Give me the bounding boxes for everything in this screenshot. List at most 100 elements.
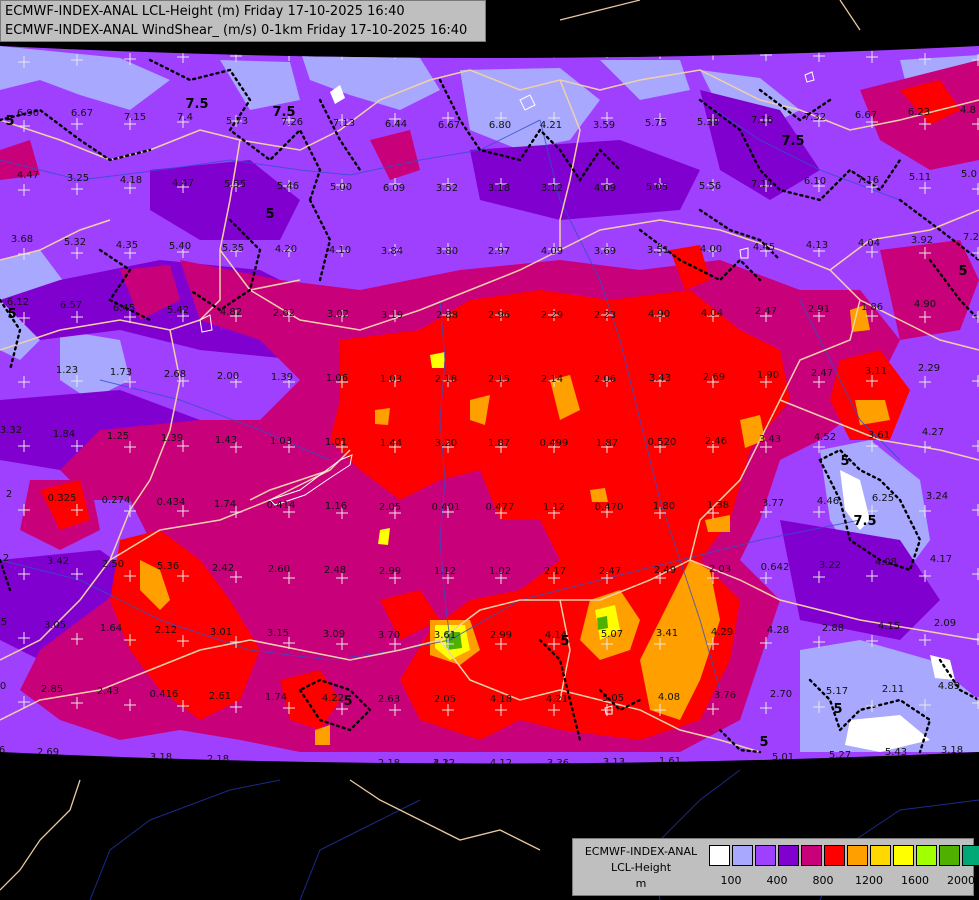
wind-shear-value: 3.18 <box>488 183 510 194</box>
wind-shear-value: 4.09 <box>541 246 563 257</box>
wind-shear-value: 3.51 <box>647 245 669 256</box>
wind-shear-value: 7.32 <box>804 112 826 123</box>
wind-shear-value: 2.99 <box>490 630 512 641</box>
contour-label: 5 <box>833 702 842 717</box>
wind-shear-value: 2.11 <box>882 684 904 695</box>
wind-shear-value: 4.22 <box>322 693 344 704</box>
wind-shear-value: 0.274 <box>102 495 131 506</box>
wind-shear-value: 2.15 <box>488 374 510 385</box>
wind-shear-value: 4.21 <box>540 120 562 131</box>
wind-shear-value: 2.46 <box>705 436 727 447</box>
legend-unit: m <box>635 877 647 890</box>
legend-swatch <box>755 845 776 866</box>
wind-shear-value: 4.21 <box>546 694 568 705</box>
wind-shear-value: 1.74 <box>214 499 236 510</box>
wind-shear-value: 3.61 <box>868 430 890 441</box>
wind-shear-value: 6.09 <box>383 183 405 194</box>
wind-shear-value: 4.08 <box>658 692 680 703</box>
wind-shear-value: 4.08 <box>875 557 897 568</box>
wind-shear-value: 0.434 <box>157 497 186 508</box>
wind-shear-value: 2.61 <box>209 691 231 702</box>
wind-shear-value: 4.47 <box>17 170 39 181</box>
wind-shear-value: 3.19 <box>381 310 403 321</box>
legend-swatch <box>962 845 979 866</box>
wind-shear-value: 1.74 <box>265 692 287 703</box>
wind-shear-value: 4.35 <box>116 240 138 251</box>
wind-shear-value: 1.38 <box>707 500 729 511</box>
wind-shear-value: 1.03 <box>270 436 292 447</box>
wind-shear-value: 0 <box>0 681 6 692</box>
contour-label: 5 <box>7 307 16 322</box>
wind-shear-value: 1.87 <box>488 438 510 449</box>
wind-shear-value: 4.82 <box>220 307 242 318</box>
wind-shear-value: 6.67 <box>855 110 877 121</box>
wind-shear-value: 6.80 <box>489 120 511 131</box>
wind-shear-value: 4.45 <box>753 242 775 253</box>
wind-shear-value: 2.17 <box>544 566 566 577</box>
wind-shear-value: 2 <box>6 489 12 500</box>
wind-shear-value: 3.70 <box>378 630 400 641</box>
contour-label: 5 <box>560 634 569 649</box>
wind-shear-value: 4.18 <box>490 694 512 705</box>
wind-shear-value: 4.47 <box>172 178 194 189</box>
contour-label: 7.5 <box>272 105 295 120</box>
wind-shear-value: 4.20 <box>275 244 297 255</box>
wind-shear-value: 2 <box>3 553 9 564</box>
wind-shear-value: 3.76 <box>714 690 736 701</box>
wind-shear-value: 1.87 <box>596 438 618 449</box>
wind-shear-value: 3.02 <box>327 309 349 320</box>
wind-shear-value: 1.25 <box>107 431 129 442</box>
wind-shear-value: 3.01 <box>210 627 232 638</box>
wind-shear-value: 3.80 <box>436 246 458 257</box>
contour-label: 5 <box>343 694 352 709</box>
wind-shear-value: 6.45 <box>113 303 135 314</box>
wind-shear-value: 3.12 <box>541 183 563 194</box>
wind-shear-value: 3.68 <box>11 234 33 245</box>
contour-label: 7.5 <box>185 97 208 112</box>
wind-shear-value: 6.23 <box>908 107 930 118</box>
wind-shear-value: 2.23 <box>594 310 616 321</box>
wind-shear-value: 0.477 <box>486 502 515 513</box>
wind-shear-value: 7.2 <box>963 232 979 243</box>
wind-shear-value: 2.63 <box>378 694 400 705</box>
wind-shear-value: 5.42 <box>167 305 189 316</box>
wind-shear-value: 0.642 <box>761 562 790 573</box>
wind-shear-value: 6.25 <box>872 493 894 504</box>
legend: ECMWF-INDEX-ANAL LCL-Height m 100 400 800 1… <box>572 838 979 896</box>
wind-shear-value: 7.4 <box>177 112 193 123</box>
wind-shear-value: 1.39 <box>161 433 183 444</box>
wind-shear-value: 1.23 <box>56 365 78 376</box>
wind-shear-value: 2.60 <box>268 564 290 575</box>
title-lcl-height: ECMWF-INDEX-ANAL LCL-Height (m) Friday 1… <box>5 4 405 19</box>
wind-shear-value: 3.61 <box>434 630 456 641</box>
wind-shear-value: 7.13 <box>333 118 355 129</box>
wind-shear-value: 4.10 <box>329 245 351 256</box>
legend-swatch <box>824 845 845 866</box>
wind-shear-value: 1.64 <box>100 623 122 634</box>
wind-shear-value: 4.09 <box>594 183 616 194</box>
wind-shear-value: 3.43 <box>649 373 671 384</box>
wind-shear-value: 5.07 <box>601 629 623 640</box>
wind-shear-value: 1.80 <box>653 501 675 512</box>
wind-shear-value: 2.42 <box>212 563 234 574</box>
wind-shear-value: 5 <box>1 617 7 628</box>
wind-shear-value: 6.57 <box>60 300 82 311</box>
legend-tick-label: 1200 <box>855 874 883 887</box>
wind-shear-value: 0.520 <box>648 437 677 448</box>
legend-title: ECMWF-INDEX-ANAL <box>584 845 698 858</box>
wind-shear-value: 2.47 <box>599 566 621 577</box>
legend-tick-label: 800 <box>812 874 834 887</box>
wind-shear-value: 4.89 <box>938 681 960 692</box>
legend-swatch <box>939 845 960 866</box>
wind-shear-value: 2.49 <box>654 565 676 576</box>
wind-shear-value: 1.39 <box>271 372 293 383</box>
header-box: ECMWF-INDEX-ANAL LCL-Height (m) Friday 1… <box>0 0 486 42</box>
wind-shear-value: 6.90 <box>17 108 39 119</box>
wind-shear-value: 1.43 <box>215 435 237 446</box>
wind-shear-value: 0.416 <box>150 689 179 700</box>
wind-shear-value: 3.84 <box>381 246 403 257</box>
wind-shear-value: 5.05 <box>646 182 668 193</box>
contour-label: 7.5 <box>781 134 804 149</box>
wind-shear-value: 1.73 <box>110 367 132 378</box>
wind-shear-value: 3.52 <box>436 183 458 194</box>
